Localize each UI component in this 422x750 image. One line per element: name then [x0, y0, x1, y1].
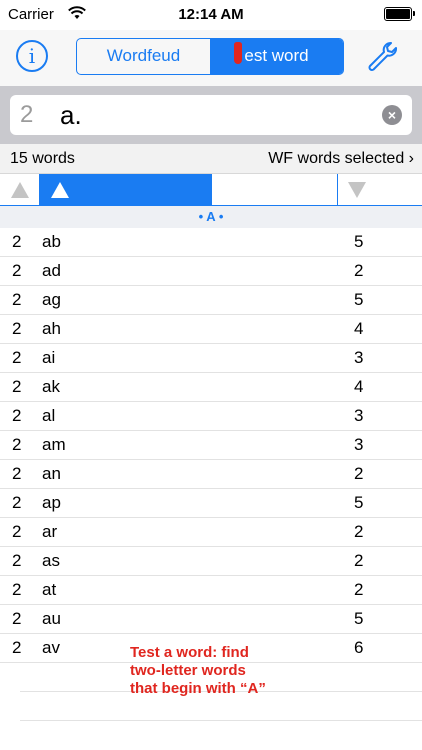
- word-length: 2: [12, 464, 22, 483]
- list-item[interactable]: 2 am 3: [0, 431, 422, 460]
- list-item[interactable]: 2 ah 4: [0, 315, 422, 344]
- list-item[interactable]: 2 an 2: [0, 460, 422, 489]
- list-item[interactable]: 2 ad 2: [0, 257, 422, 286]
- tutorial-caption: Test a word: find two-letter words that …: [130, 644, 340, 698]
- list-item[interactable]: 2 as 2: [0, 547, 422, 576]
- word-length: 2: [12, 638, 22, 657]
- word-text: au: [42, 609, 61, 628]
- word-text: ag: [42, 290, 61, 309]
- sort-length-button[interactable]: [0, 174, 40, 205]
- word-length: 2: [12, 493, 22, 512]
- word-score: 2: [354, 464, 364, 483]
- search-area: 2 a. ×: [0, 86, 422, 144]
- word-text: ab: [42, 232, 61, 251]
- word-text: ah: [42, 319, 61, 338]
- status-bar: Carrier 12:14 AM: [0, 0, 422, 30]
- word-length: 2: [12, 319, 22, 338]
- caption-line: Test a word: find: [130, 644, 249, 661]
- list-item[interactable]: 2 ab 5: [0, 228, 422, 257]
- sort-score-button[interactable]: [338, 174, 422, 205]
- list-item[interactable]: 2 al 3: [0, 402, 422, 431]
- word-text: ap: [42, 493, 61, 512]
- list-item[interactable]: 2 ag 5: [0, 286, 422, 315]
- word-length: 2: [12, 435, 22, 454]
- list-item[interactable]: 2 ak 4: [0, 373, 422, 402]
- battery-icon: [384, 7, 415, 21]
- sort-descending-icon: [348, 182, 366, 198]
- word-score: 5: [354, 232, 364, 251]
- word-score: 2: [354, 522, 364, 541]
- word-text: am: [42, 435, 66, 454]
- clear-icon[interactable]: ×: [382, 105, 402, 125]
- segment-test-word[interactable]: est word: [210, 39, 343, 74]
- word-score: 5: [354, 493, 364, 512]
- word-text: at: [42, 580, 57, 599]
- word-text: an: [42, 464, 61, 483]
- word-length: 2: [12, 232, 22, 251]
- tap-pointer-icon: [234, 42, 242, 64]
- wrench-icon[interactable]: [364, 38, 400, 74]
- search-field[interactable]: 2 a. ×: [10, 95, 412, 135]
- word-length-indicator: 2: [20, 101, 34, 128]
- list-item[interactable]: 2 ap 5: [0, 489, 422, 518]
- word-score: 3: [354, 406, 364, 425]
- word-score: 2: [354, 261, 364, 280]
- list-item[interactable]: 2 at 2: [0, 576, 422, 605]
- list-item[interactable]: 2 ai 3: [0, 344, 422, 373]
- nav-bar: i Wordfeud est word: [0, 30, 422, 86]
- list-item[interactable]: 2 ar 2: [0, 518, 422, 547]
- word-length: 2: [12, 290, 22, 309]
- sort-ascending-icon: [11, 182, 29, 198]
- sort-header: [0, 174, 422, 206]
- word-score: 2: [354, 580, 364, 599]
- word-score: 6: [354, 638, 364, 657]
- info-glyph: i: [28, 44, 36, 68]
- word-length: 2: [12, 406, 22, 425]
- word-score: 3: [354, 435, 364, 454]
- word-length: 2: [12, 377, 22, 396]
- word-text: ak: [42, 377, 60, 396]
- word-score: 5: [354, 290, 364, 309]
- caption-line: two-letter words: [130, 662, 246, 679]
- sort-word-button[interactable]: [40, 174, 212, 205]
- section-header: • A •: [0, 206, 422, 228]
- word-text: ar: [42, 522, 58, 541]
- info-icon[interactable]: i: [16, 40, 48, 72]
- sort-ascending-icon: [51, 182, 69, 198]
- word-score: 3: [354, 348, 364, 367]
- word-length: 2: [12, 522, 22, 541]
- word-score: 5: [354, 609, 364, 628]
- word-text: ai: [42, 348, 56, 367]
- summary-bar: 15 words WF words selected ›: [0, 144, 422, 174]
- word-length: 2: [12, 580, 22, 599]
- word-text: ad: [42, 261, 61, 280]
- word-score: 4: [354, 319, 364, 338]
- segment-wordfeud-label: Wordfeud: [106, 46, 181, 65]
- status-time: 12:14 AM: [178, 6, 244, 23]
- mode-segmented-control: Wordfeud est word: [76, 38, 344, 75]
- segment-wordfeud[interactable]: Wordfeud: [77, 39, 210, 74]
- search-input[interactable]: a.: [60, 100, 82, 131]
- word-text: al: [42, 406, 56, 425]
- word-score: 2: [354, 551, 364, 570]
- caption-line: that begin with “A”: [130, 680, 266, 697]
- word-score: 4: [354, 377, 364, 396]
- word-list-selector[interactable]: WF words selected ›: [268, 150, 414, 168]
- word-length: 2: [12, 261, 22, 280]
- segment-test-word-label: est word: [244, 46, 309, 65]
- word-length: 2: [12, 609, 22, 628]
- word-count-label: 15 words: [10, 150, 75, 167]
- word-length: 2: [12, 348, 22, 367]
- word-text: av: [42, 638, 60, 657]
- list-item[interactable]: 2 au 5: [0, 605, 422, 634]
- word-text: as: [42, 551, 60, 570]
- word-length: 2: [12, 551, 22, 570]
- sort-extra-button[interactable]: [212, 174, 338, 205]
